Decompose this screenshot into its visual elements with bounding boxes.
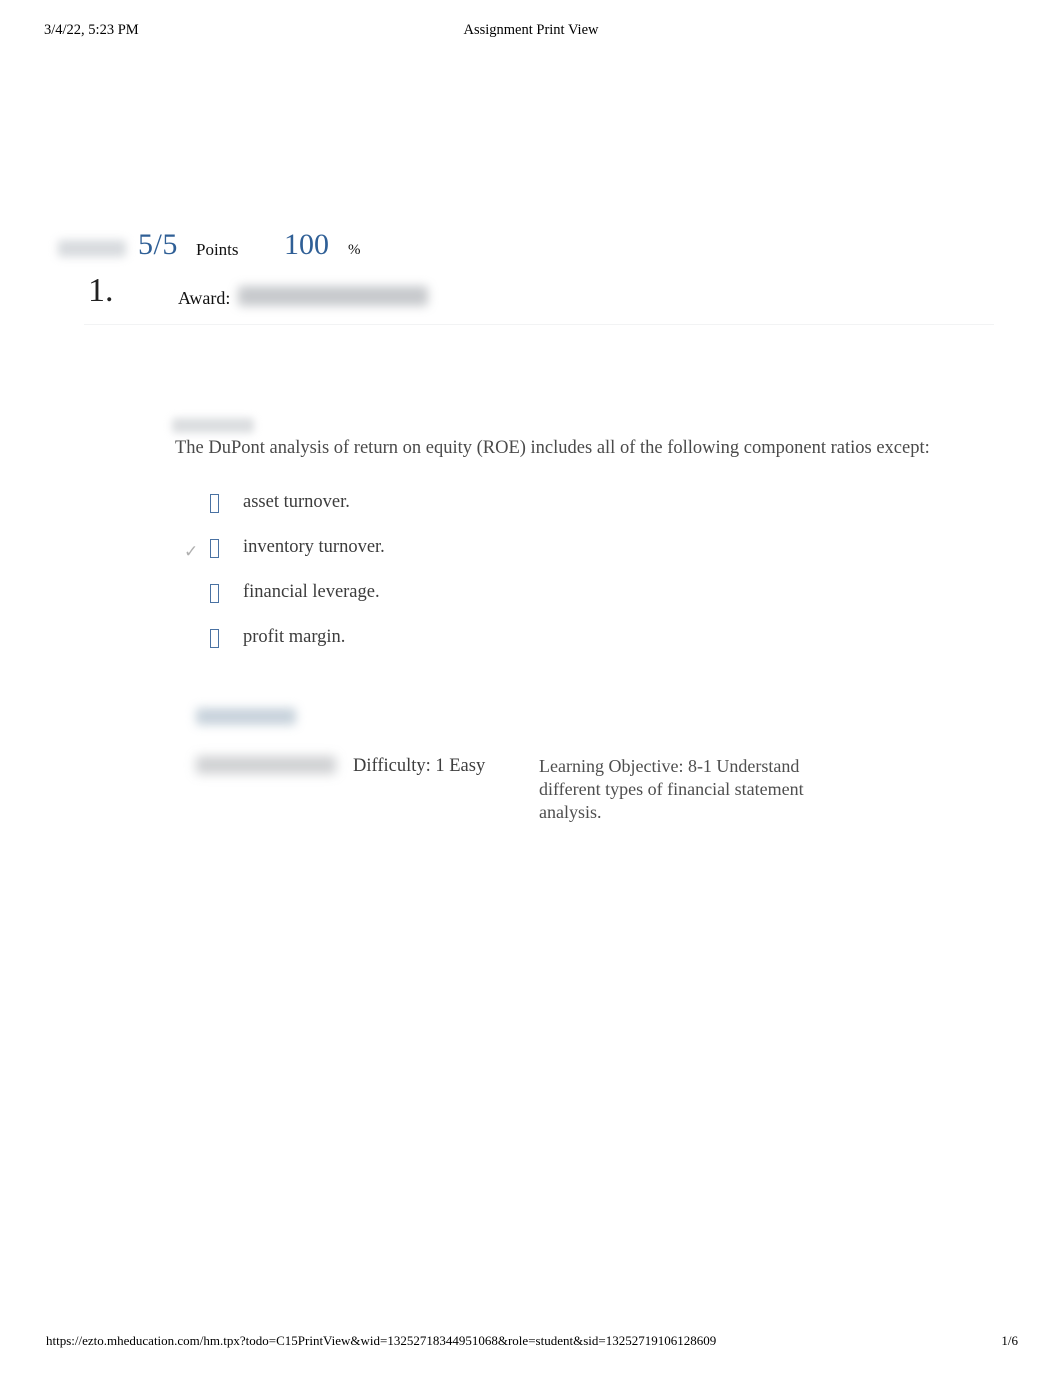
answer-option-label: financial leverage. — [243, 582, 380, 602]
score-percent-label: % — [348, 242, 361, 258]
footer-url: https://ezto.mheducation.com/hm.tpx?todo… — [46, 1333, 717, 1348]
learning-objective-label: Learning Objective: 8-1 Understand diffe… — [539, 756, 804, 823]
radio-button-icon[interactable] — [210, 494, 219, 513]
answer-option[interactable]: financial leverage. — [175, 578, 815, 623]
question-header: 1. Award: — [0, 272, 1062, 324]
print-header: 3/4/22, 5:23 PM Assignment Print View — [0, 22, 1062, 44]
radio-button-icon[interactable] — [210, 584, 219, 603]
answer-option-label: asset turnover. — [243, 492, 350, 512]
question-text: The DuPont analysis of return on equity … — [175, 438, 930, 458]
question-type-label-redacted — [196, 756, 336, 774]
score-percent-value: 100 — [284, 228, 329, 261]
difficulty-label: Difficulty: 1 Easy — [353, 756, 486, 776]
correct-check-icon: ✓ — [184, 542, 199, 561]
problem-label-redacted — [172, 418, 254, 433]
print-footer: https://ezto.mheducation.com/hm.tpx?todo… — [0, 1333, 1062, 1355]
score-label-redacted — [58, 240, 126, 257]
print-title: Assignment Print View — [463, 22, 599, 38]
radio-button-icon[interactable] — [210, 539, 219, 558]
answer-options-list: asset turnover. ✓ inventory turnover. fi… — [175, 488, 815, 668]
answer-option[interactable]: asset turnover. — [175, 488, 815, 533]
score-points-label: Points — [196, 240, 239, 259]
score-points-value: 5/5 — [138, 228, 178, 261]
answer-option-label: profit margin. — [243, 627, 346, 647]
answer-option[interactable]: profit margin. — [175, 623, 815, 668]
question-number: 1. — [88, 272, 114, 309]
answer-option-label: inventory turnover. — [243, 537, 385, 557]
references-label-redacted[interactable] — [196, 708, 296, 725]
score-summary: 5/5 Points 100 % — [0, 228, 1062, 276]
answer-option[interactable]: ✓ inventory turnover. — [175, 533, 815, 578]
award-value-redacted — [238, 286, 428, 306]
award-label: Award: — [178, 288, 231, 308]
section-divider — [84, 324, 994, 325]
radio-button-icon[interactable] — [210, 629, 219, 648]
footer-page-number: 1/6 — [1001, 1333, 1018, 1348]
